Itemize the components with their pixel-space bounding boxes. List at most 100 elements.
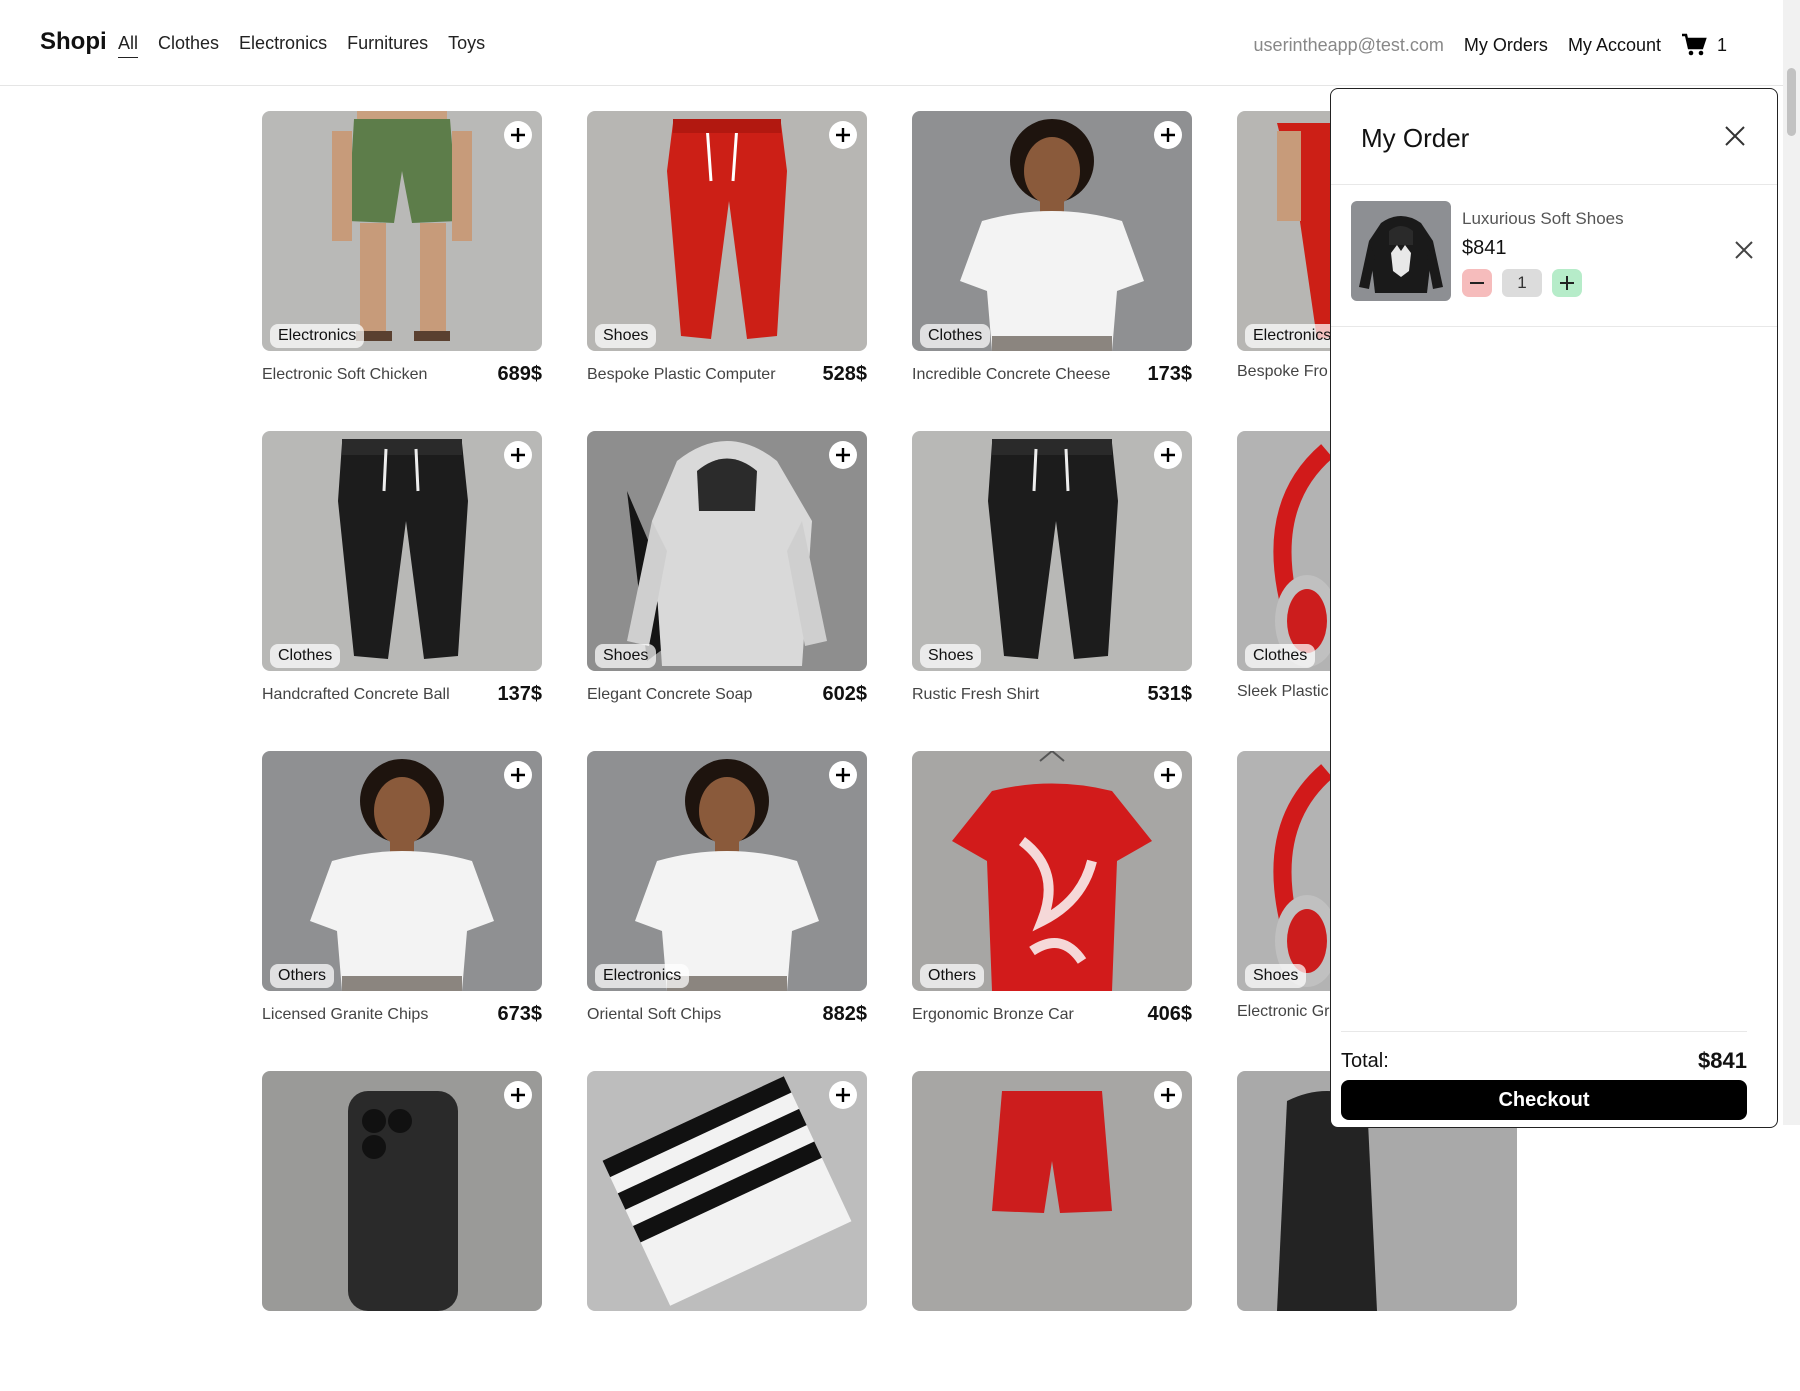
- category-badge: Electronics: [595, 964, 690, 988]
- product-price: 406$: [1147, 1003, 1193, 1025]
- close-icon[interactable]: [1723, 124, 1747, 148]
- category-badge: Others: [920, 964, 985, 988]
- add-to-cart-button[interactable]: [1154, 121, 1182, 149]
- product-meta: Elegant Concrete Soap 602$: [587, 683, 867, 706]
- product-grid: Electronics Electronic Soft Chicken 689$ Sh…: [262, 111, 1517, 1391]
- product-price: 689$: [497, 363, 543, 385]
- category-badge: Shoes: [920, 644, 982, 668]
- order-item-image: [1351, 201, 1451, 301]
- product-meta: Licensed Granite Chips 673$: [262, 1003, 542, 1026]
- product-card[interactable]: Electronics Electronic Soft Chicken 689$: [262, 111, 542, 431]
- category-badge: Shoes: [595, 644, 657, 668]
- product-image[interactable]: Clothes: [262, 431, 542, 671]
- category-badge: Clothes: [1245, 644, 1316, 668]
- add-to-cart-button[interactable]: [829, 121, 857, 149]
- nav-toys[interactable]: Toys: [448, 33, 485, 54]
- product-name: Incredible Concrete Cheese: [912, 365, 1111, 383]
- product-price: 882$: [822, 1003, 868, 1025]
- category-nav: All Clothes Electronics Furnitures Toys: [118, 33, 485, 54]
- product-name: Oriental Soft Chips: [587, 1005, 722, 1023]
- product-meta: Incredible Concrete Cheese 173$: [912, 363, 1192, 386]
- add-to-cart-button[interactable]: [504, 121, 532, 149]
- product-price: 528$: [822, 363, 868, 385]
- add-to-cart-button[interactable]: [829, 761, 857, 789]
- product-card[interactable]: Shoes Rustic Fresh Shirt 531$: [912, 431, 1192, 751]
- increase-quantity-button[interactable]: [1552, 269, 1582, 297]
- product-card[interactable]: [587, 1071, 867, 1391]
- product-meta: Handcrafted Concrete Ball 137$: [262, 683, 542, 706]
- category-badge: Shoes: [595, 324, 657, 348]
- quantity-stepper: 1: [1462, 269, 1582, 297]
- product-card[interactable]: [912, 1071, 1192, 1391]
- scrollbar[interactable]: [1783, 0, 1800, 1125]
- add-to-cart-button[interactable]: [504, 441, 532, 469]
- product-name: Electronic Gr: [1237, 1003, 1330, 1020]
- add-to-cart-button[interactable]: [1154, 441, 1182, 469]
- product-meta: Ergonomic Bronze Car 406$: [912, 1003, 1192, 1026]
- product-image[interactable]: Shoes: [587, 431, 867, 671]
- category-badge: Clothes: [270, 644, 341, 668]
- add-to-cart-button[interactable]: [504, 1081, 532, 1109]
- order-item-name: Luxurious Soft Shoes: [1462, 209, 1624, 228]
- product-card[interactable]: Electronics Oriental Soft Chips 882$: [587, 751, 867, 1071]
- quantity-value: 1: [1502, 269, 1542, 297]
- product-image[interactable]: [587, 1071, 867, 1311]
- decrease-quantity-button[interactable]: [1462, 269, 1492, 297]
- category-badge: Electronics: [270, 324, 365, 348]
- product-card[interactable]: Others Ergonomic Bronze Car 406$: [912, 751, 1192, 1071]
- product-name: Rustic Fresh Shirt: [912, 685, 1040, 703]
- product-name: Licensed Granite Chips: [262, 1005, 429, 1023]
- my-account-link[interactable]: My Account: [1568, 35, 1661, 56]
- product-name: Ergonomic Bronze Car: [912, 1005, 1074, 1023]
- nav-furnitures[interactable]: Furnitures: [347, 33, 428, 54]
- product-card[interactable]: Shoes Elegant Concrete Soap 602$: [587, 431, 867, 751]
- cart-count: 1: [1716, 34, 1727, 55]
- product-price: 673$: [497, 1003, 543, 1025]
- product-image[interactable]: Others: [262, 751, 542, 991]
- product-image[interactable]: [912, 1071, 1192, 1311]
- order-item-price: $841: [1462, 237, 1507, 259]
- account-nav: userintheapp@test.com My Orders My Accou…: [1254, 33, 1727, 57]
- scrollbar-thumb[interactable]: [1787, 68, 1796, 136]
- product-card[interactable]: Others Licensed Granite Chips 673$: [262, 751, 542, 1071]
- category-badge: Others: [270, 964, 335, 988]
- product-name: Bespoke Plastic Computer: [587, 365, 776, 383]
- product-image[interactable]: Electronics: [587, 751, 867, 991]
- add-to-cart-button[interactable]: [504, 761, 532, 789]
- plus-icon: [511, 448, 525, 462]
- product-image[interactable]: [262, 1071, 542, 1311]
- product-image[interactable]: Clothes: [912, 111, 1192, 351]
- nav-all[interactable]: All: [118, 33, 138, 54]
- nav-clothes[interactable]: Clothes: [158, 33, 219, 54]
- product-card[interactable]: Clothes Incredible Concrete Cheese 173$: [912, 111, 1192, 431]
- add-to-cart-button[interactable]: [1154, 761, 1182, 789]
- add-to-cart-button[interactable]: [829, 1081, 857, 1109]
- order-panel-header: My Order: [1331, 89, 1777, 185]
- order-panel-footer: Total: $841 Checkout: [1341, 1031, 1747, 1120]
- category-badge: Electronics: [1245, 324, 1340, 348]
- product-name: Bespoke Fro: [1237, 363, 1328, 380]
- plus-icon: [1161, 448, 1175, 462]
- product-image[interactable]: Others: [912, 751, 1192, 991]
- product-image[interactable]: Shoes: [912, 431, 1192, 671]
- nav-electronics[interactable]: Electronics: [239, 33, 327, 54]
- product-name: Elegant Concrete Soap: [587, 685, 753, 703]
- product-card[interactable]: Shoes Bespoke Plastic Computer 528$: [587, 111, 867, 431]
- product-image[interactable]: Electronics: [262, 111, 542, 351]
- add-to-cart-button[interactable]: [829, 441, 857, 469]
- plus-icon: [836, 768, 850, 782]
- remove-item-icon[interactable]: [1733, 239, 1755, 261]
- plus-icon: [511, 128, 525, 142]
- add-to-cart-button[interactable]: [1154, 1081, 1182, 1109]
- plus-icon: [511, 1088, 525, 1102]
- my-orders-link[interactable]: My Orders: [1464, 35, 1548, 56]
- checkout-button[interactable]: Checkout: [1341, 1080, 1747, 1120]
- product-meta: Rustic Fresh Shirt 531$: [912, 683, 1192, 706]
- product-price: 602$: [822, 683, 868, 705]
- product-card[interactable]: Clothes Handcrafted Concrete Ball 137$: [262, 431, 542, 751]
- brand-logo[interactable]: Shopi: [40, 28, 107, 56]
- plus-icon: [1161, 768, 1175, 782]
- product-card[interactable]: [262, 1071, 542, 1391]
- cart-button[interactable]: 1: [1681, 33, 1727, 57]
- product-image[interactable]: Shoes: [587, 111, 867, 351]
